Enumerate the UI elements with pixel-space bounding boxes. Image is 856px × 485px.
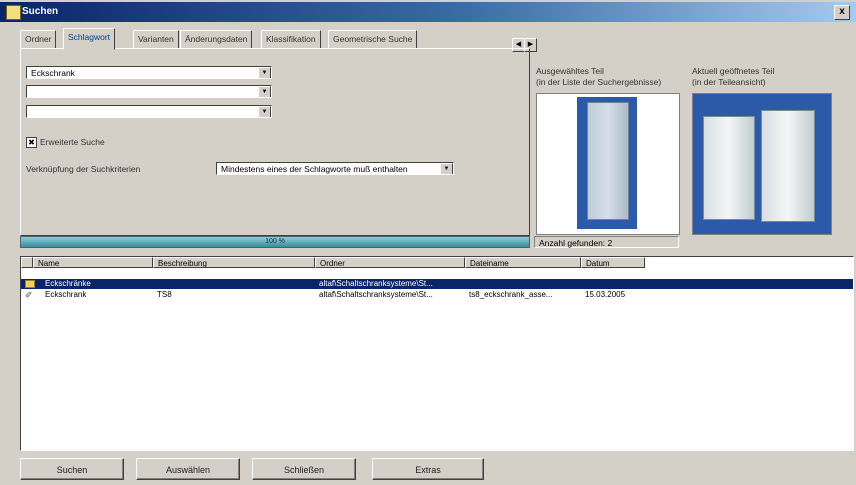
extended-search-label: Erweiterte Suche	[40, 137, 105, 147]
title-bar: Suchen x	[0, 2, 856, 22]
cell-filename: ts8_eckschrank_asse...	[469, 290, 553, 299]
keyword-combo-3[interactable]: ▼	[26, 105, 272, 118]
keyword-combo-2[interactable]: ▼	[26, 85, 272, 98]
window-title: Suchen	[22, 6, 59, 17]
tab-schlagwort[interactable]: Schlagwort	[63, 28, 116, 50]
column-header-filename[interactable]: Dateiname	[465, 257, 581, 268]
cell-folder: altaf\Schaltschranksysteme\St...	[319, 290, 433, 299]
found-count: Anzahl gefunden: 2	[534, 236, 679, 248]
header-icon-column[interactable]	[21, 257, 33, 268]
selected-part-caption: Ausgewähltes Teil	[536, 66, 604, 76]
chevron-down-icon[interactable]: ▼	[258, 67, 271, 78]
column-header-folder[interactable]: Ordner	[315, 257, 465, 268]
chevron-down-icon[interactable]: ▼	[258, 106, 271, 117]
cell-folder: altaf\Schaltschranksysteme\St...	[319, 279, 433, 288]
search-button[interactable]: Suchen	[20, 458, 124, 480]
tab-varianten[interactable]: Varianten	[133, 30, 179, 49]
cell-name: Eckschrank	[45, 290, 87, 299]
link-criteria-select[interactable]: Mindestens eines der Schlagworte muß ent…	[216, 162, 454, 175]
chevron-down-icon[interactable]: ▼	[440, 163, 453, 174]
select-button[interactable]: Auswählen	[136, 458, 240, 480]
app-icon	[6, 5, 21, 20]
column-header-description[interactable]: Beschreibung	[153, 257, 315, 268]
link-criteria-label: Verknüpfung der Suchkriterien	[26, 164, 141, 174]
close-button[interactable]: Schließen	[252, 458, 356, 480]
link-criteria-value: Mindestens eines der Schlagworte muß ent…	[221, 164, 408, 174]
column-header-date[interactable]: Datum	[581, 257, 645, 268]
cell-name: Eckschränke	[45, 279, 91, 288]
folder-icon	[25, 280, 35, 288]
tab-aenderungsdaten[interactable]: Änderungsdaten	[180, 30, 253, 49]
selected-part-preview	[536, 93, 680, 235]
list-header: Name Beschreibung Ordner Dateiname Datum	[21, 257, 853, 269]
cell-date: 15.03.2005	[585, 290, 626, 299]
keyword-combo-1[interactable]: Eckschrank ▼	[26, 66, 272, 79]
keyword-1-value: Eckschrank	[31, 68, 75, 78]
tab-klassifikation[interactable]: Klassifikation	[261, 30, 321, 49]
results-list[interactable]: Name Beschreibung Ordner Dateiname Datum…	[20, 256, 854, 451]
extras-button[interactable]: Extras	[372, 458, 484, 480]
cabinet-body-image	[761, 110, 815, 222]
close-icon[interactable]: x	[834, 5, 850, 20]
search-dialog: Suchen x Ordner Schlagwort Varianten Änd…	[0, 0, 856, 485]
table-row[interactable]: Eckschränke altaf\Schaltschranksysteme\S…	[21, 279, 853, 289]
cabinet-door-image	[703, 116, 755, 220]
cabinet-frame-image	[587, 102, 629, 220]
open-part-subcaption: (in der Teileansicht)	[692, 77, 766, 87]
column-header-name[interactable]: Name	[33, 257, 153, 268]
search-progress-bar: 100 %	[20, 236, 530, 248]
chevron-down-icon[interactable]: ▼	[258, 86, 271, 97]
open-part-caption: Aktuell geöffnetes Teil	[692, 66, 775, 76]
extended-search-checkbox[interactable]: ✖	[26, 137, 37, 148]
progress-label: 100 %	[265, 238, 285, 245]
open-part-preview	[692, 93, 832, 235]
tab-geometrische-suche[interactable]: Geometrische Suche	[328, 30, 418, 49]
cell-description: TS8	[157, 290, 172, 299]
part-link-icon: ✐	[25, 290, 33, 300]
selected-part-subcaption: (in der Liste der Suchergebnisse)	[536, 77, 662, 87]
tab-ordner[interactable]: Ordner	[20, 30, 57, 49]
table-row[interactable]: ✐ Eckschrank TS8 altaf\Schaltschranksyst…	[21, 290, 853, 300]
